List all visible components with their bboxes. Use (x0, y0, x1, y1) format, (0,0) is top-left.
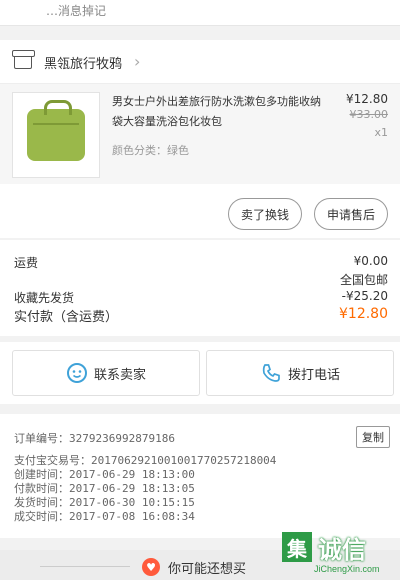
total-label: 实付款（含运费） (14, 310, 119, 325)
product-quantity: x1 (374, 126, 388, 139)
top-partial-text: …消息掉记 (46, 4, 107, 18)
total-value: ¥12.80 (339, 306, 388, 322)
bag-image (27, 100, 85, 161)
product-price: ¥12.80 (346, 92, 388, 106)
order-number: 订单编号：327923699287918​6 (14, 432, 175, 445)
watermark-logo: 集 诚信 JiChengXin.com (280, 528, 396, 580)
product-row[interactable]: 男女士户外出差旅行防水洗漱包多功能收纳袋大容量洗浴包化妆包 颜色分类：绿色 ¥1… (0, 84, 400, 184)
apply-aftersale-button[interactable]: 申请售后 (314, 198, 388, 230)
watermark-big: 诚信 (318, 536, 366, 564)
heart-icon: ♥ (142, 558, 160, 576)
shipping-label: 运费 (14, 256, 39, 270)
discount-value: -¥25.20 (341, 289, 388, 303)
chat-face-icon (66, 363, 87, 383)
order-info-section: 订单编号：327923699287918​6 复制 支付宝交易号：2017062… (0, 414, 400, 538)
copy-button[interactable]: 复制 (356, 426, 390, 448)
product-original-price: ¥33.00 (349, 108, 389, 121)
top-partial-section: …消息掉记 (0, 0, 400, 26)
divider-line (40, 566, 130, 567)
product-thumbnail[interactable] (12, 92, 100, 178)
contact-seller-button[interactable]: 联系卖家 (12, 350, 200, 396)
store-icon (12, 50, 35, 69)
order-item-card: 黑瓴旅行牧鸦 › 男女士户外出差旅行防水洗漱包多功能收纳袋大容量洗浴包化妆包 颜… (0, 40, 400, 238)
watermark-box: 集 (282, 532, 312, 562)
shipping-value: ¥0.00 (353, 254, 388, 268)
watermark-small: JiChengXin.com (314, 564, 380, 574)
product-spec: 颜色分类：绿色 (112, 144, 189, 157)
phone-icon (262, 364, 280, 382)
sell-exchange-button[interactable]: 卖了换钱 (228, 198, 302, 230)
store-name: 黑瓴旅行牧鸦 (44, 57, 123, 72)
product-title: 男女士户外出差旅行防水洗漱包多功能收纳袋大容量洗浴包化妆包 (112, 95, 321, 128)
chevron-right-icon: › (134, 52, 141, 71)
contact-section: 联系卖家 拨打电话 (0, 342, 400, 404)
recommend-label: 你可能还想买 (168, 562, 247, 577)
store-header[interactable]: 黑瓴旅行牧鸦 › (0, 40, 400, 84)
discount-label: 收藏先发货 (14, 291, 75, 305)
completed-time: 成交时间：2017-07-08 16:08:34 (14, 510, 195, 523)
cost-summary: 运费 ¥0.00 全国包邮 收藏先发货 -¥25.20 实付款（含运费） ¥12… (0, 240, 400, 336)
contact-seller-label: 联系卖家 (93, 367, 146, 383)
call-phone-label: 拨打电话 (287, 367, 340, 383)
shipping-note: 全国包邮 (339, 273, 388, 287)
call-phone-button[interactable]: 拨打电话 (206, 350, 394, 396)
